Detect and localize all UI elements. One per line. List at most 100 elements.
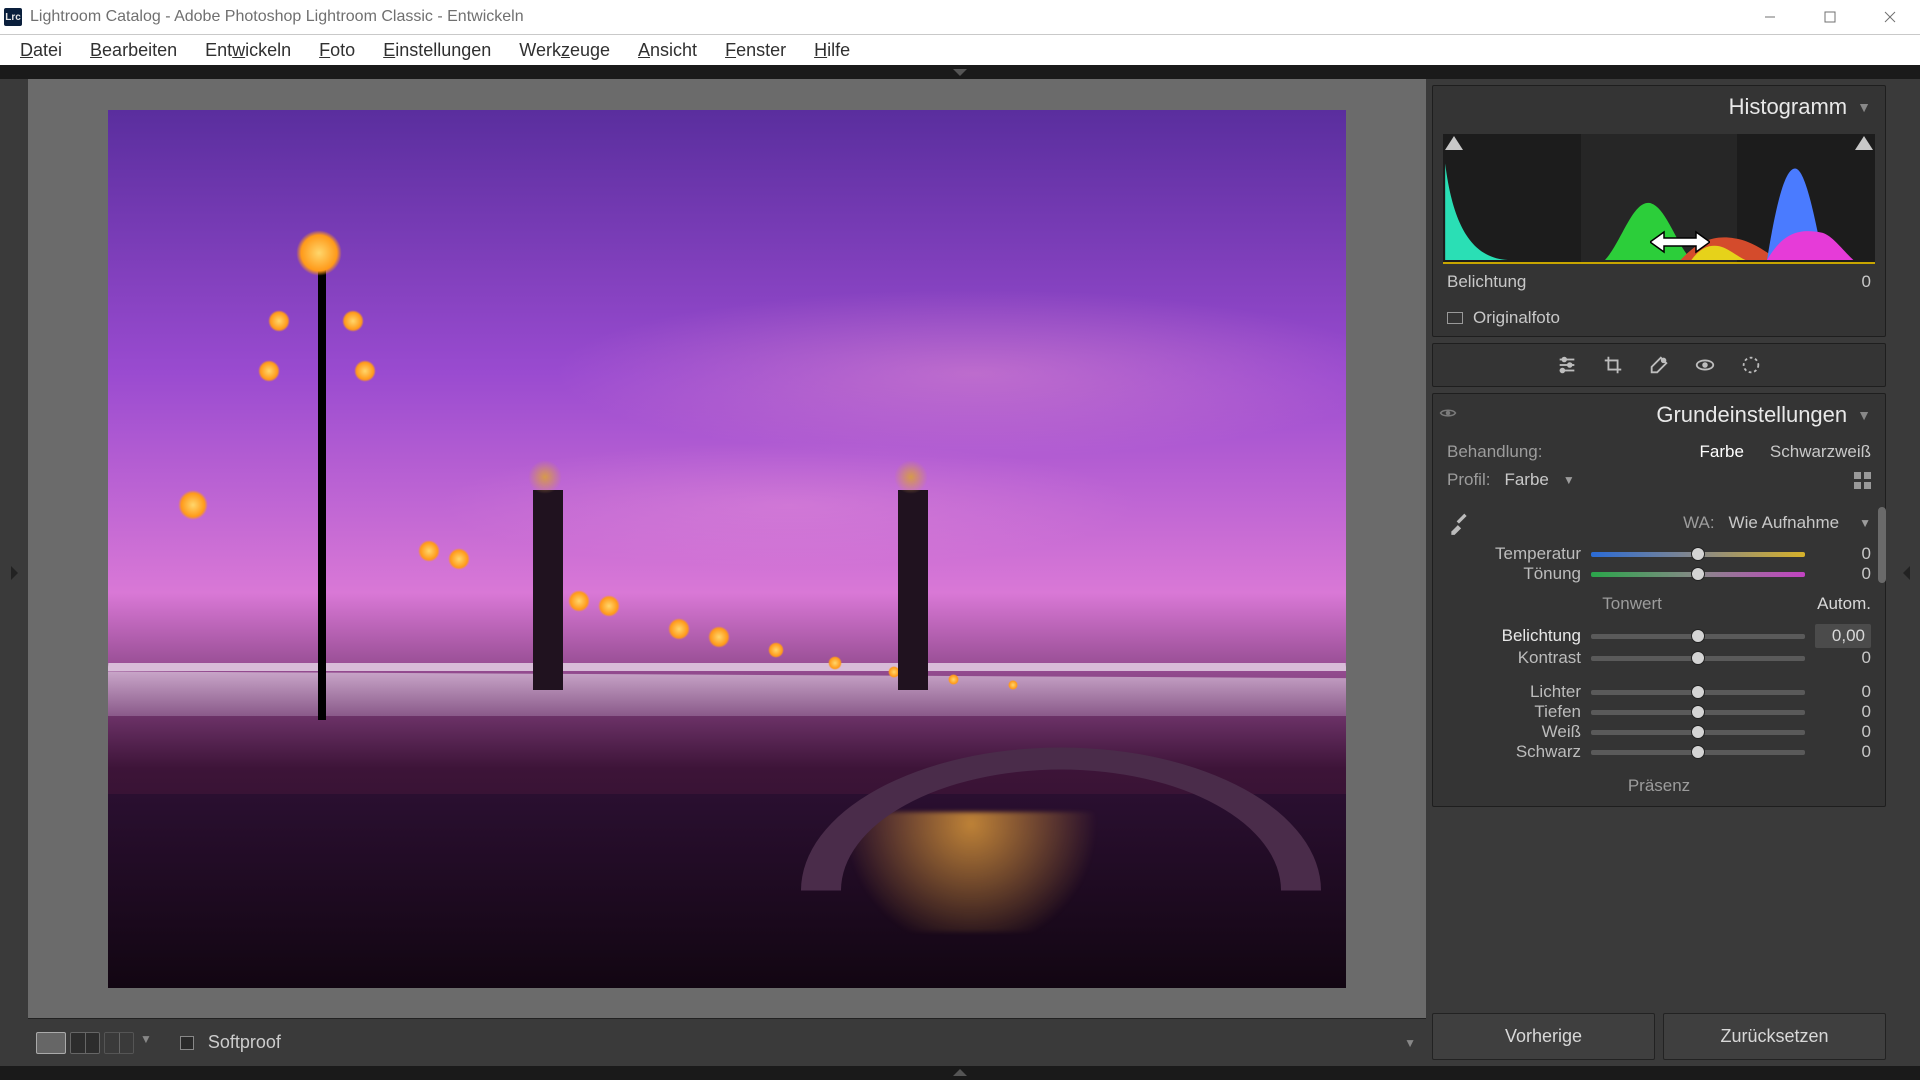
slider-value[interactable]: 0: [1815, 648, 1871, 668]
slider-lichter[interactable]: Lichter0: [1447, 682, 1871, 702]
slider-weiß[interactable]: Weiß 0: [1447, 722, 1871, 742]
slider-value[interactable]: 0: [1815, 742, 1871, 762]
slider-track[interactable]: [1591, 690, 1805, 695]
before-after-yy-button[interactable]: [104, 1032, 134, 1054]
before-after-lr-button[interactable]: [70, 1032, 100, 1054]
minimize-button[interactable]: [1740, 0, 1800, 35]
treatment-bw[interactable]: Schwarzweiß: [1770, 442, 1871, 462]
loupe-view-button[interactable]: [36, 1032, 66, 1054]
slider-kontrast[interactable]: Kontrast 0: [1447, 648, 1871, 668]
softproof-checkbox[interactable]: [180, 1036, 194, 1050]
previous-button[interactable]: Vorherige: [1432, 1013, 1655, 1060]
slider-label: Tönung: [1447, 564, 1581, 584]
menu-entwickeln[interactable]: Entwickeln: [191, 36, 305, 65]
top-panel-toggle-strip[interactable]: [0, 65, 1920, 79]
slider-label: Kontrast: [1447, 648, 1581, 668]
slider-label: Schwarz: [1447, 742, 1581, 762]
original-photo-label: Originalfoto: [1473, 308, 1560, 328]
right-panel: Histogramm ▼: [1426, 79, 1892, 1066]
slider-value[interactable]: 0: [1815, 544, 1871, 564]
menu-einstellungen[interactable]: Einstellungen: [369, 36, 505, 65]
slider-belichtung[interactable]: Belichtung 0,00: [1447, 624, 1871, 648]
redeye-icon[interactable]: [1694, 354, 1716, 376]
wb-value[interactable]: Wie Aufnahme: [1729, 513, 1840, 533]
white-balance-row: WA: Wie Aufnahme ▼: [1447, 510, 1871, 536]
slider-track[interactable]: [1591, 656, 1805, 661]
softproof-label: Softproof: [208, 1032, 281, 1053]
menu-fenster[interactable]: Fenster: [711, 36, 800, 65]
slider-track[interactable]: [1591, 750, 1805, 755]
slider-knob[interactable]: [1691, 745, 1705, 759]
panel-visibility-eye-icon[interactable]: [1439, 404, 1457, 422]
menu-hilfe[interactable]: Hilfe: [800, 36, 864, 65]
slider-tiefen[interactable]: Tiefen0: [1447, 702, 1871, 722]
histogram-drag-cursor-icon: [1650, 229, 1710, 260]
menu-foto[interactable]: Foto: [305, 36, 369, 65]
close-button[interactable]: [1860, 0, 1920, 35]
slider-track[interactable]: [1591, 552, 1805, 557]
slider-knob[interactable]: [1691, 567, 1705, 581]
original-photo-toggle[interactable]: Originalfoto: [1433, 300, 1885, 336]
menu-bearbeiten[interactable]: Bearbeiten: [76, 36, 191, 65]
image-canvas[interactable]: [28, 79, 1426, 1018]
workspace: ▼ Softproof ▼ Histogramm ▼: [0, 79, 1920, 1066]
profile-browser-icon[interactable]: [1854, 472, 1871, 489]
chevron-up-icon: [953, 1069, 967, 1076]
slider-track[interactable]: [1591, 730, 1805, 735]
slider-knob[interactable]: [1691, 725, 1705, 739]
eyedropper-icon[interactable]: [1447, 510, 1473, 536]
slider-temperatur[interactable]: Temperatur 0: [1447, 544, 1871, 564]
tone-section-label: Tonwert: [1602, 594, 1662, 614]
chevron-right-icon: [11, 566, 18, 580]
slider-knob[interactable]: [1691, 685, 1705, 699]
chevron-down-icon: ▼: [1857, 407, 1871, 423]
profile-label: Profil:: [1447, 470, 1490, 490]
edit-sliders-icon[interactable]: [1556, 354, 1578, 376]
radial-mask-icon[interactable]: [1740, 354, 1762, 376]
toolbar-more-chevron-icon[interactable]: ▼: [1402, 1036, 1418, 1050]
slider-value[interactable]: 0: [1815, 722, 1871, 742]
slider-track[interactable]: [1591, 710, 1805, 715]
slider-schwarz[interactable]: Schwarz 0: [1447, 742, 1871, 762]
slider-value[interactable]: 0: [1815, 682, 1871, 702]
histogram-header[interactable]: Histogramm ▼: [1433, 86, 1885, 128]
treatment-color[interactable]: Farbe: [1699, 442, 1743, 462]
crop-icon[interactable]: [1602, 354, 1624, 376]
auto-tone-button[interactable]: Autom.: [1817, 594, 1871, 614]
filmstrip-toggle-strip[interactable]: [0, 1066, 1920, 1080]
slider-value[interactable]: 0: [1815, 702, 1871, 722]
view-options-chevron-icon[interactable]: ▼: [138, 1032, 154, 1054]
menu-werkzeuge[interactable]: Werkzeuge: [505, 36, 624, 65]
slider-value[interactable]: 0,00: [1815, 624, 1871, 648]
right-panel-toggle[interactable]: [1892, 79, 1920, 1066]
slider-track[interactable]: [1591, 572, 1805, 577]
profile-value[interactable]: Farbe: [1504, 470, 1548, 490]
chevron-left-icon: [1903, 566, 1910, 580]
histogram-panel: Histogramm ▼: [1432, 85, 1886, 337]
slider-tönung[interactable]: Tönung 0: [1447, 564, 1871, 584]
left-panel-toggle[interactable]: [0, 79, 28, 1066]
reset-button[interactable]: Zurücksetzen: [1663, 1013, 1886, 1060]
menu-ansicht[interactable]: Ansicht: [624, 36, 711, 65]
histogram-graph[interactable]: [1443, 134, 1875, 264]
maximize-button[interactable]: [1800, 0, 1860, 35]
slider-knob[interactable]: [1691, 547, 1705, 561]
heal-brush-icon[interactable]: [1648, 354, 1670, 376]
right-panel-scrollbar[interactable]: [1878, 507, 1886, 583]
basic-panel: Grundeinstellungen ▼ Behandlung: Farbe S…: [1432, 393, 1886, 807]
slider-label: Temperatur: [1447, 544, 1581, 564]
chevron-down-icon: [953, 69, 967, 76]
slider-label: Weiß: [1447, 722, 1581, 742]
slider-label: Belichtung: [1447, 626, 1581, 646]
treatment-row: Behandlung: Farbe Schwarzweiß: [1447, 442, 1871, 462]
slider-value[interactable]: 0: [1815, 564, 1871, 584]
menu-datei[interactable]: Datei: [6, 36, 76, 65]
slider-knob[interactable]: [1691, 705, 1705, 719]
canvas-column: ▼ Softproof ▼: [28, 79, 1426, 1066]
slider-knob[interactable]: [1691, 629, 1705, 643]
basic-panel-header[interactable]: Grundeinstellungen ▼: [1433, 394, 1885, 436]
chevron-down-icon: ▼: [1857, 99, 1871, 115]
histogram-title: Histogramm: [1729, 94, 1848, 120]
slider-track[interactable]: [1591, 634, 1805, 639]
slider-knob[interactable]: [1691, 651, 1705, 665]
